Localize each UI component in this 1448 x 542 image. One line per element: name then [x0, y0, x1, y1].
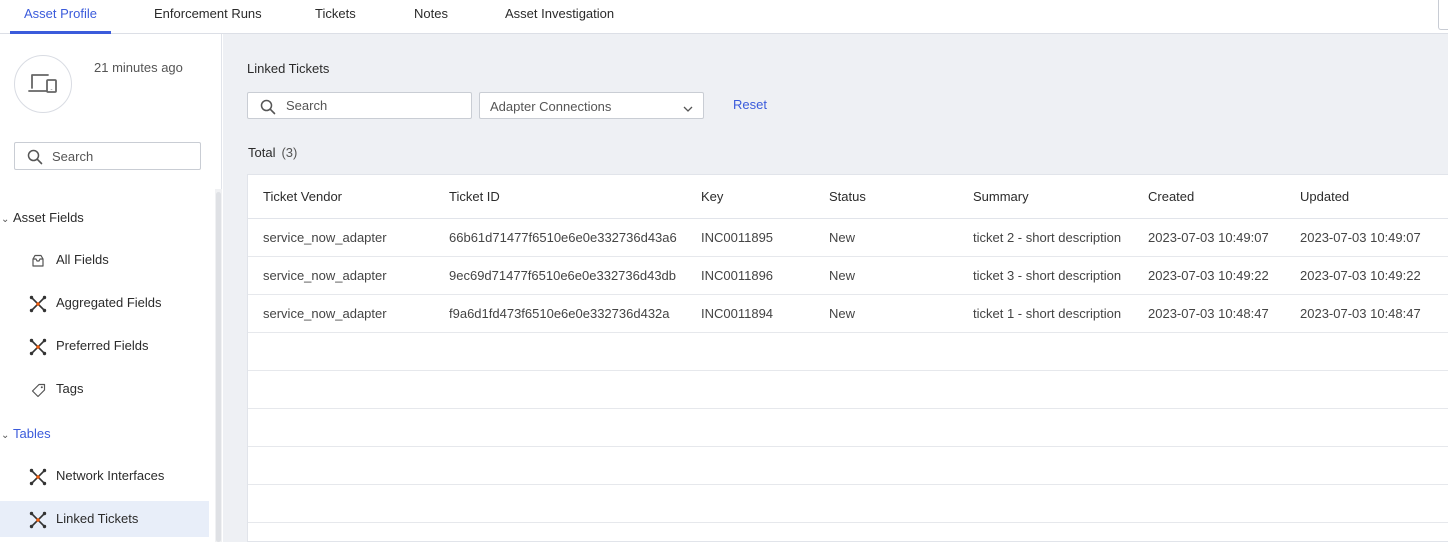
cell-key: INC0011896 [701, 268, 774, 283]
cell-updated: 2023-07-03 10:48:47 [1300, 306, 1421, 321]
tab-enforcement-runs[interactable]: Enforcement Runs [154, 0, 262, 34]
adapter-connections-select[interactable]: Adapter Connections [479, 92, 704, 119]
column-header-key[interactable]: Key [701, 189, 723, 204]
topbar-edge-control[interactable] [1438, 0, 1448, 30]
sidebar-item-preferred-fields[interactable]: Preferred Fields [0, 328, 209, 364]
adapter-icon [29, 295, 47, 313]
column-header-created[interactable]: Created [1148, 189, 1194, 204]
main-panel: Linked Tickets Adapter Connections Reset… [223, 34, 1448, 542]
cell-status: New [829, 306, 856, 321]
search-icon [260, 99, 276, 118]
table-row[interactable]: service_now_adapter 66b61d71477f6510e6e0… [248, 219, 1448, 257]
adapter-icon [29, 468, 47, 486]
cell-updated: 2023-07-03 10:49:07 [1300, 230, 1421, 245]
search-icon [27, 149, 43, 168]
empty-table-row [248, 371, 1448, 409]
table-row[interactable]: service_now_adapter 9ec69d71477f6510e6e0… [248, 257, 1448, 295]
cell-ticket-vendor: service_now_adapter [263, 230, 387, 245]
cell-created: 2023-07-03 10:49:22 [1148, 268, 1269, 283]
cell-key: INC0011894 [701, 306, 774, 321]
sidebar-item-network-interfaces[interactable]: Network Interfaces [0, 458, 209, 494]
sidebar-item-linked-tickets[interactable]: Linked Tickets [0, 501, 209, 537]
tab-asset-profile[interactable]: Asset Profile [24, 0, 97, 34]
chevron-down-icon: ⌄ [1, 430, 10, 441]
column-header-summary[interactable]: Summary [973, 189, 1029, 204]
cell-updated: 2023-07-03 10:49:22 [1300, 268, 1421, 283]
cell-ticket-id: 9ec69d71477f6510e6e0e332736d43db [449, 268, 677, 283]
adapter-icon [29, 511, 47, 529]
table-row[interactable]: service_now_adapter f9a6d1fd473f6510e6e0… [248, 295, 1448, 333]
table-search-input[interactable] [286, 93, 466, 118]
cell-ticket-id: f9a6d1fd473f6510e6e0e332736d432a [449, 306, 670, 321]
empty-table-row [248, 409, 1448, 447]
last-seen-timestamp: 21 minutes ago [94, 60, 183, 75]
section-tables[interactable]: ⌄ Tables [0, 426, 51, 441]
table-search[interactable] [247, 92, 472, 119]
cell-status: New [829, 268, 856, 283]
inbox-icon [29, 252, 47, 270]
cell-summary: ticket 1 - short description [973, 306, 1122, 321]
linked-tickets-table: Ticket Vendor Ticket ID Key Status Summa… [247, 174, 1448, 542]
column-header-ticket-id[interactable]: Ticket ID [449, 189, 500, 204]
empty-table-row [248, 333, 1448, 371]
cell-created: 2023-07-03 10:49:07 [1148, 230, 1269, 245]
sidebar-item-tags[interactable]: Tags [0, 371, 209, 407]
sidebar-search-input[interactable] [52, 143, 197, 169]
table-header: Ticket Vendor Ticket ID Key Status Summa… [248, 175, 1448, 219]
tag-icon [29, 381, 47, 399]
tab-tickets[interactable]: Tickets [315, 0, 356, 34]
section-asset-fields[interactable]: ⌄ Asset Fields [0, 210, 84, 225]
chevron-down-icon [683, 101, 693, 116]
column-header-updated[interactable]: Updated [1300, 189, 1349, 204]
tab-notes[interactable]: Notes [414, 0, 448, 34]
empty-table-row [248, 447, 1448, 485]
column-header-status[interactable]: Status [829, 189, 866, 204]
adapter-icon [29, 338, 47, 356]
sidebar-search[interactable] [14, 142, 201, 170]
cell-ticket-id: 66b61d71477f6510e6e0e332736d43a6 [449, 230, 677, 245]
cell-status: New [829, 230, 856, 245]
total-count: Total (3) [248, 145, 298, 160]
page-title: Linked Tickets [247, 61, 330, 76]
avatar [14, 55, 72, 113]
sidebar-item-aggregated-fields[interactable]: Aggregated Fields [0, 285, 209, 321]
empty-table-row [248, 485, 1448, 523]
sidebar-item-all-fields[interactable]: All Fields [0, 242, 209, 278]
reset-button[interactable]: Reset [733, 97, 767, 112]
cell-summary: ticket 2 - short description [973, 230, 1122, 245]
sidebar-scrollbar-thumb[interactable] [216, 192, 221, 542]
cell-key: INC0011895 [701, 230, 774, 245]
cell-ticket-vendor: service_now_adapter [263, 306, 387, 321]
cell-created: 2023-07-03 10:48:47 [1148, 306, 1269, 321]
chevron-down-icon: ⌄ [1, 214, 10, 225]
column-header-ticket-vendor[interactable]: Ticket Vendor [263, 189, 342, 204]
sidebar: 21 minutes ago ⌄Asset Fields All Fields … [0, 34, 222, 542]
tab-asset-investigation[interactable]: Asset Investigation [505, 0, 614, 34]
cell-summary: ticket 3 - short description [973, 268, 1122, 283]
top-tab-bar: Asset Profile Enforcement Runs Tickets N… [0, 0, 1448, 34]
device-icon [28, 74, 57, 93]
cell-ticket-vendor: service_now_adapter [263, 268, 387, 283]
